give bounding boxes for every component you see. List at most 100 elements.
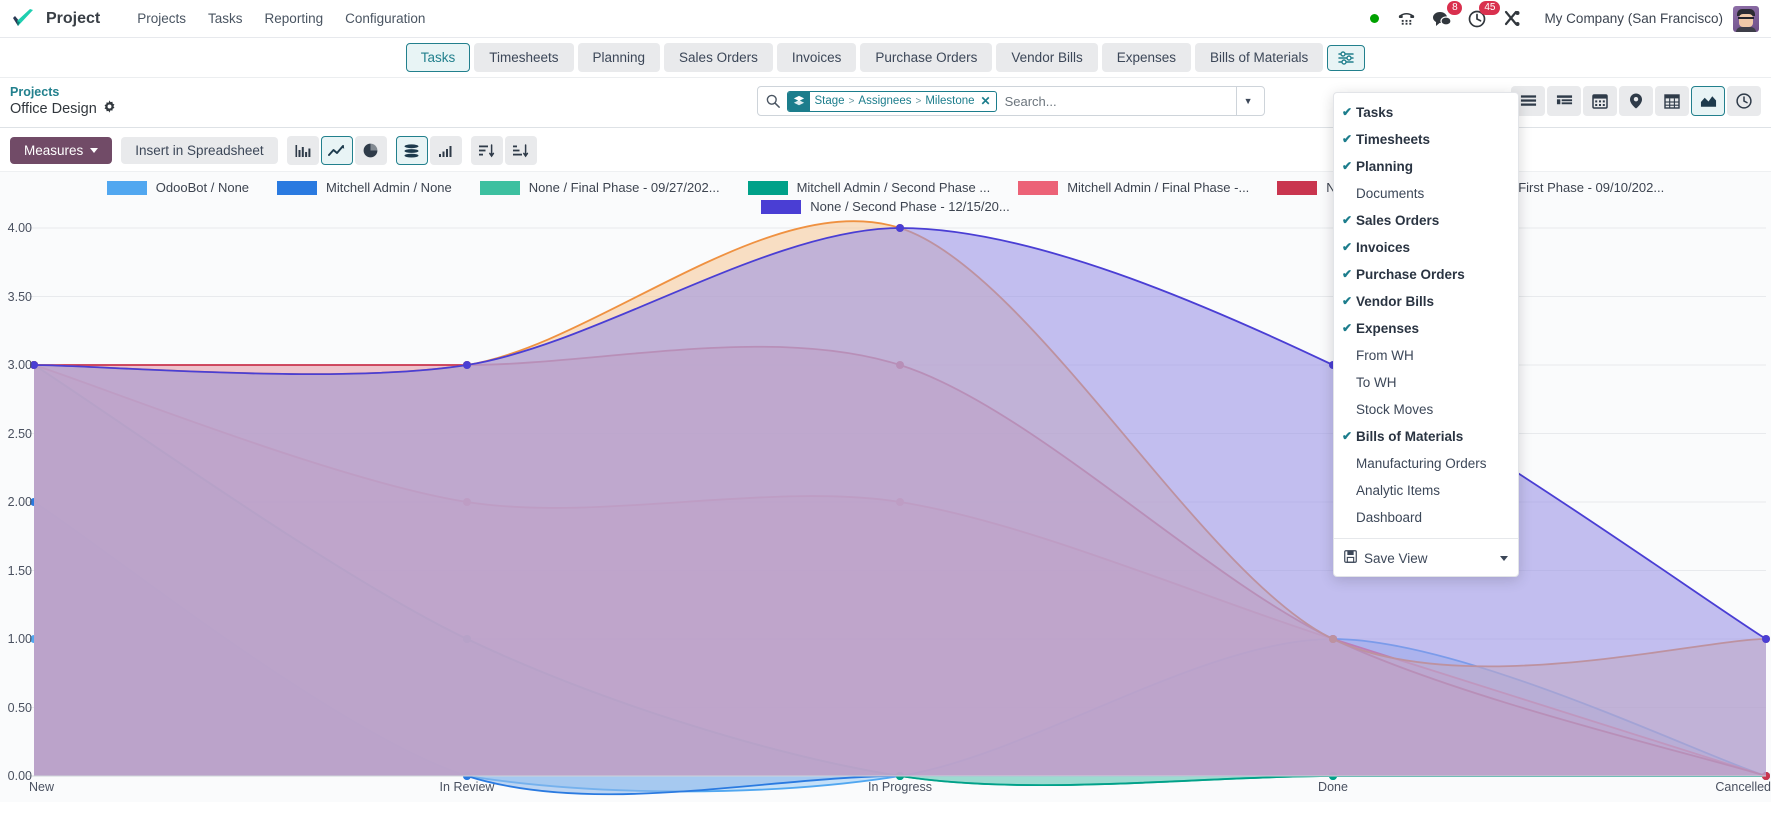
measures-button[interactable]: Measures xyxy=(10,137,112,164)
x-axis-tick-label: In Review xyxy=(440,780,495,794)
caret-down-icon xyxy=(1500,556,1508,561)
search-input[interactable] xyxy=(1003,93,1236,110)
nav-item-configuration[interactable]: Configuration xyxy=(334,4,436,33)
sort-ascending-button[interactable] xyxy=(505,136,537,165)
dropdown-item-label: Purchase Orders xyxy=(1356,265,1465,284)
search-bar[interactable]: Stage > Assignees > Milestone ✕ ▼ xyxy=(757,86,1265,116)
save-view-button[interactable]: Save View xyxy=(1334,546,1518,570)
bar-chart-button[interactable] xyxy=(287,136,319,165)
dropdown-item-sales-orders[interactable]: ✔Sales Orders xyxy=(1334,207,1518,234)
dropdown-item-label: Documents xyxy=(1356,184,1424,203)
subtab-bills-of-materials[interactable]: Bills of Materials xyxy=(1195,43,1323,72)
caret-down-icon xyxy=(90,148,98,153)
subtab-sales-orders[interactable]: Sales Orders xyxy=(664,43,773,72)
dropdown-item-label: Planning xyxy=(1356,157,1413,176)
line-chart-button[interactable] xyxy=(321,136,353,165)
legend-item[interactable]: None / Final Phase - 09/27/202... xyxy=(480,180,720,195)
legend-item[interactable]: OdooBot / None xyxy=(107,180,249,195)
dropdown-item-vendor-bills[interactable]: ✔Vendor Bills xyxy=(1334,288,1518,315)
subtab-settings-toggle[interactable] xyxy=(1327,45,1365,71)
view-switcher xyxy=(1511,84,1761,116)
subtab-invoices[interactable]: Invoices xyxy=(777,43,857,72)
check-icon: ✔ xyxy=(1342,427,1356,446)
subtab-planning[interactable]: Planning xyxy=(578,43,661,72)
x-axis-tick-label: In Progress xyxy=(868,780,932,794)
dropdown-item-tasks[interactable]: ✔Tasks xyxy=(1334,99,1518,126)
layers-icon xyxy=(788,92,810,111)
search-facet-groupby[interactable]: Stage > Assignees > Milestone ✕ xyxy=(787,91,997,112)
stacked-button[interactable] xyxy=(396,136,428,165)
avatar[interactable] xyxy=(1733,6,1759,32)
sort-group xyxy=(471,136,537,165)
check-icon: ✔ xyxy=(1342,238,1356,257)
nav-item-projects[interactable]: Projects xyxy=(126,4,197,33)
legend-label: None / Final Phase - 09/27/202... xyxy=(529,180,720,195)
dropdown-item-stock-moves[interactable]: Stock Moves xyxy=(1334,396,1518,423)
subtab-vendor-bills[interactable]: Vendor Bills xyxy=(996,43,1097,72)
odoo-logo-icon[interactable] xyxy=(10,7,36,31)
series-point[interactable] xyxy=(896,224,904,232)
dropdown-item-dashboard[interactable]: Dashboard xyxy=(1334,504,1518,531)
legend-label: Mitchell Admin / None xyxy=(326,180,452,195)
check-icon: ✔ xyxy=(1342,103,1356,122)
nav-item-tasks[interactable]: Tasks xyxy=(197,4,254,33)
phone-icon[interactable] xyxy=(1397,6,1416,32)
breadcrumb-parent[interactable]: Projects xyxy=(10,85,510,100)
y-axis-tick-label: 4.00 xyxy=(8,221,32,235)
subtab-expenses[interactable]: Expenses xyxy=(1102,43,1191,72)
dropdown-item-expenses[interactable]: ✔Expenses xyxy=(1334,315,1518,342)
dropdown-item-to-wh[interactable]: To WH xyxy=(1334,369,1518,396)
dropdown-item-purchase-orders[interactable]: ✔Purchase Orders xyxy=(1334,261,1518,288)
legend-label: None / Second Phase - 12/15/20... xyxy=(810,199,1009,214)
subtab-purchase-orders[interactable]: Purchase Orders xyxy=(860,43,992,72)
y-axis-tick-label: 2.50 xyxy=(8,427,32,441)
activities-clock-icon[interactable]: 45 xyxy=(1468,6,1487,32)
subtab-tasks[interactable]: Tasks xyxy=(406,43,471,72)
facet-separator-1: > xyxy=(849,96,855,107)
search-dropdown-toggle[interactable]: ▼ xyxy=(1236,87,1260,115)
series-point[interactable] xyxy=(463,361,471,369)
legend-item[interactable]: None / Second Phase - 12/15/20... xyxy=(761,199,1009,214)
y-axis-tick-label: 2.00 xyxy=(8,495,32,509)
dropdown-item-label: To WH xyxy=(1356,373,1397,392)
series-point[interactable] xyxy=(1762,635,1770,643)
calendar-view-button[interactable] xyxy=(1583,86,1617,116)
graph-view-button[interactable] xyxy=(1691,86,1725,116)
dropdown-item-timesheets[interactable]: ✔Timesheets xyxy=(1334,126,1518,153)
dropdown-item-manufacturing-orders[interactable]: Manufacturing Orders xyxy=(1334,450,1518,477)
activity-view-button[interactable] xyxy=(1727,86,1761,116)
app-name[interactable]: Project xyxy=(40,10,106,28)
y-axis-tick-label: 0.50 xyxy=(8,701,32,715)
breadcrumb-current: Office Design xyxy=(10,100,510,119)
company-switcher[interactable]: My Company (San Francisco) xyxy=(1544,11,1723,26)
legend-item[interactable]: Mitchell Admin / Final Phase -... xyxy=(1018,180,1249,195)
cumulative-button[interactable] xyxy=(430,136,462,165)
subtab-timesheets[interactable]: Timesheets xyxy=(474,43,573,72)
legend-item[interactable]: Mitchell Admin / None xyxy=(277,180,452,195)
y-axis-tick-label: 1.50 xyxy=(8,564,32,578)
tools-icon[interactable] xyxy=(1503,6,1522,32)
pivot-view-button[interactable] xyxy=(1655,86,1689,116)
sort-descending-button[interactable] xyxy=(471,136,503,165)
dropdown-item-from-wh[interactable]: From WH xyxy=(1334,342,1518,369)
gear-icon[interactable] xyxy=(103,100,116,119)
insert-in-spreadsheet-button[interactable]: Insert in Spreadsheet xyxy=(121,137,277,164)
dropdown-item-analytic-items[interactable]: Analytic Items xyxy=(1334,477,1518,504)
top-navbar: Project Projects Tasks Reporting Configu… xyxy=(0,0,1771,38)
dropdown-item-planning[interactable]: ✔Planning xyxy=(1334,153,1518,180)
dropdown-item-invoices[interactable]: ✔Invoices xyxy=(1334,234,1518,261)
legend-label: OdooBot / None xyxy=(156,180,249,195)
kanban-view-button[interactable] xyxy=(1547,86,1581,116)
nav-item-reporting[interactable]: Reporting xyxy=(254,4,335,33)
floppy-disk-icon xyxy=(1344,550,1357,566)
dropdown-item-label: Bills of Materials xyxy=(1356,427,1463,446)
x-axis-tick-label: New xyxy=(29,780,54,794)
facet-remove-icon[interactable]: ✕ xyxy=(980,94,996,108)
map-view-button[interactable] xyxy=(1619,86,1653,116)
dropdown-item-bills-of-materials[interactable]: ✔Bills of Materials xyxy=(1334,423,1518,450)
facet-label: Stage > Assignees > Milestone xyxy=(810,95,980,107)
messages-icon[interactable]: 8 xyxy=(1432,6,1452,32)
legend-item[interactable]: Mitchell Admin / Second Phase ... xyxy=(748,180,991,195)
pie-chart-button[interactable] xyxy=(355,136,387,165)
dropdown-item-documents[interactable]: Documents xyxy=(1334,180,1518,207)
